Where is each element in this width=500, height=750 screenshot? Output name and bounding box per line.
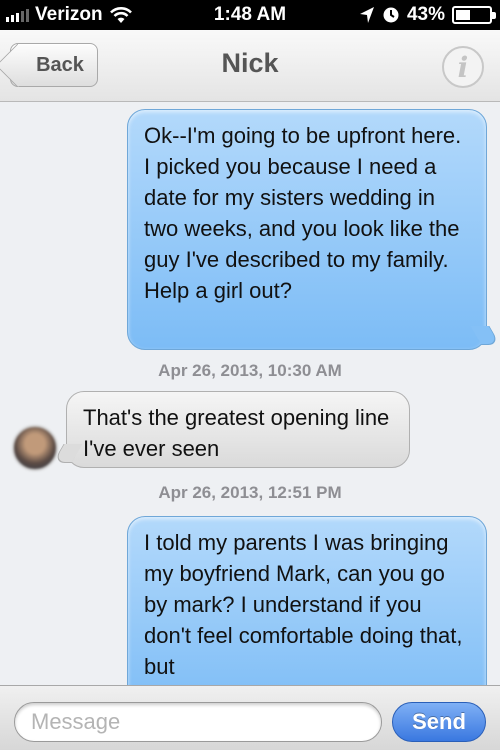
message-text: I told my parents I was bringing my boyf…: [144, 530, 463, 679]
message-timestamp: Apr 26, 2013, 12:51 PM: [158, 483, 342, 502]
battery-percent: 43%: [406, 4, 445, 25]
conversation-title: Nick: [221, 48, 279, 78]
battery-icon: [452, 6, 496, 24]
battery-level: [456, 10, 470, 20]
contact-avatar[interactable]: [12, 425, 58, 471]
message-input[interactable]: [14, 702, 382, 742]
status-bar: Verizon 1:48 AM 43%: [0, 0, 500, 30]
composer-bar: Send: [0, 685, 500, 750]
nav-bar: Back Nick i: [0, 30, 500, 102]
alarm-clock-icon: [383, 7, 399, 23]
sent-message-bubble[interactable]: I told my parents I was bringing my boyf…: [127, 516, 487, 685]
received-message-bubble[interactable]: That's the greatest opening line I've ev…: [66, 391, 410, 468]
sent-message-bubble[interactable]: Ok--I'm going to be upfront here. I pick…: [127, 109, 487, 350]
location-arrow-icon: [359, 7, 374, 23]
info-icon[interactable]: i: [442, 46, 484, 88]
message-timestamp: Apr 26, 2013, 10:30 AM: [158, 361, 342, 380]
message-text: Ok--I'm going to be upfront here. I pick…: [144, 123, 462, 303]
message-text: That's the greatest opening line I've ev…: [83, 405, 390, 461]
status-right: 43%: [359, 4, 496, 26]
message-thread[interactable]: Ok--I'm going to be upfront here. I pick…: [0, 102, 500, 685]
send-button[interactable]: Send: [392, 702, 486, 742]
